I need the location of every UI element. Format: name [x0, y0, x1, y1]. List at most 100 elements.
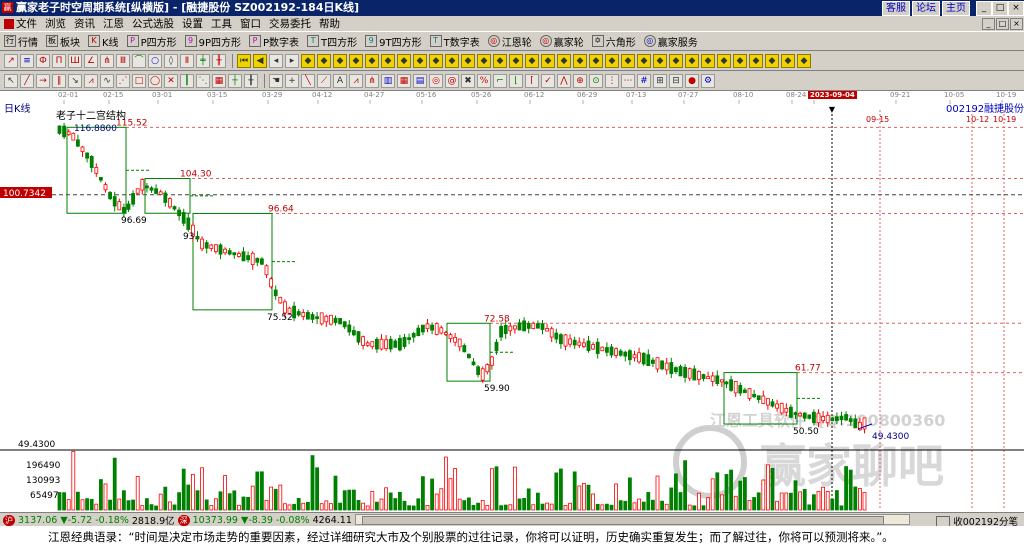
diamond-16-icon[interactable]: ◆ [541, 53, 555, 68]
arrow-icon[interactable]: ↘ [68, 73, 82, 88]
diamond-6-icon[interactable]: ◆ [381, 53, 395, 68]
9p-square-button[interactable]: 9 9P四方形 [184, 34, 241, 49]
diamond-18-icon[interactable]: ◆ [573, 53, 587, 68]
child-minimize-button[interactable]: _ [982, 18, 995, 30]
menu-window[interactable]: 窗口 [236, 16, 265, 31]
sector-button[interactable]: 板板块 [46, 34, 80, 49]
minimize-button[interactable]: _ [976, 1, 992, 16]
child-restore-button[interactable]: □ [996, 18, 1009, 30]
gann-wheel-button[interactable]: ◎ 江恩轮 [487, 34, 532, 49]
stairs-icon[interactable]: ⌊ [509, 73, 523, 88]
fib-fan-icon[interactable]: ⋯ [621, 73, 635, 88]
polyline-icon[interactable]: ⟋ [317, 73, 331, 88]
kline-button[interactable]: K K线 [88, 34, 119, 49]
p-number-table-button[interactable]: P P数字表 [249, 34, 299, 49]
diamond-11-icon[interactable]: ◆ [461, 53, 475, 68]
zigzag-icon[interactable]: ⩘ [349, 73, 363, 88]
diamond-25-icon[interactable]: ◆ [685, 53, 699, 68]
diamond-7-icon[interactable]: ◆ [397, 53, 411, 68]
diamond-9-icon[interactable]: ◆ [429, 53, 443, 68]
diamond-24-icon[interactable]: ◆ [669, 53, 683, 68]
horizontal-scrollbar[interactable] [355, 514, 910, 525]
child-close-button[interactable]: × [1010, 18, 1023, 30]
shanghai-index-icon[interactable]: 沪 [3, 514, 15, 526]
menu-file[interactable]: 文件 [0, 16, 41, 31]
diamond-10-icon[interactable]: ◆ [445, 53, 459, 68]
check-mark-icon[interactable]: ✓ [541, 73, 555, 88]
diamond-22-icon[interactable]: ◆ [637, 53, 651, 68]
diamond-31-icon[interactable]: ◆ [781, 53, 795, 68]
crosshair-icon[interactable]: + [285, 73, 299, 88]
diamond-14-icon[interactable]: ◆ [509, 53, 523, 68]
winner-service-button[interactable]: ◎ 赢家服务 [643, 34, 698, 49]
line-draw-icon[interactable]: ╲ [301, 73, 315, 88]
steps-icon[interactable]: ⌈ [525, 73, 539, 88]
trend-line-icon[interactable]: ╱ [20, 73, 34, 88]
diamond-17-icon[interactable]: ◆ [557, 53, 571, 68]
tick-detail-icon[interactable] [936, 515, 951, 527]
diamond-5-icon[interactable]: ◆ [365, 53, 379, 68]
color-wheel-icon[interactable]: ● [685, 73, 699, 88]
quotes-button[interactable]: 行行情 [4, 34, 38, 49]
parallel-icon[interactable]: ∥ [52, 73, 66, 88]
diamond-4-icon[interactable]: ◆ [349, 53, 363, 68]
spiral-icon[interactable]: @ [445, 73, 459, 88]
period-lines-icon[interactable]: ┃ [180, 73, 194, 88]
diamond-1-icon[interactable]: ◆ [301, 53, 315, 68]
fib-time-icon[interactable]: ⋮ [605, 73, 619, 88]
delete-icon[interactable]: ✖ [461, 73, 475, 88]
menu-trading[interactable]: 交易委托 [265, 16, 315, 31]
diamond-21-icon[interactable]: ◆ [621, 53, 635, 68]
prev-page-icon[interactable]: ◀ [253, 53, 267, 68]
play-icon[interactable]: ▸ [285, 53, 299, 68]
diamond-15-icon[interactable]: ◆ [525, 53, 539, 68]
circle-tool-icon[interactable]: ○ [148, 53, 162, 68]
menu-settings[interactable]: 设置 [178, 16, 207, 31]
ray-icon[interactable]: → [36, 73, 50, 88]
diamond-8-icon[interactable]: ◆ [413, 53, 427, 68]
homepage-link[interactable]: 主页 [942, 1, 970, 16]
diamond-23-icon[interactable]: ◆ [653, 53, 667, 68]
price-chart[interactable]: 江恩工具软件 QQ:100800360 赢家聊吧 ▼ 09-15 10-12 10-… [0, 100, 1024, 512]
square-tool-icon[interactable]: Ⅱ [180, 53, 194, 68]
fib-tool-icon[interactable]: Ф [36, 53, 50, 68]
diamond-3-icon[interactable]: ◆ [333, 53, 347, 68]
price-ruler-icon[interactable]: ╂ [244, 73, 258, 88]
close-button[interactable]: × [1008, 1, 1024, 16]
circle-grid-icon[interactable]: ◎ [429, 73, 443, 88]
gann-fan-icon[interactable]: ⋱ [196, 73, 210, 88]
cycle-icon[interactable]: ⊙ [589, 73, 603, 88]
winner-wheel-button[interactable]: ◎ 赢家轮 [539, 34, 584, 49]
diamond-20-icon[interactable]: ◆ [605, 53, 619, 68]
zoom-out-icon[interactable]: ⊟ [669, 73, 683, 88]
restore-button[interactable]: □ [992, 1, 1008, 16]
diamond-13-icon[interactable]: ◆ [493, 53, 507, 68]
p-square-button[interactable]: P P四方形 [126, 34, 177, 49]
menu-tools[interactable]: 工具 [207, 16, 236, 31]
gann-grid-icon[interactable]: Ⅲ [116, 53, 130, 68]
menu-browse[interactable]: 浏览 [41, 16, 70, 31]
menu-gann[interactable]: 江恩 [99, 16, 128, 31]
t-number-table-button[interactable]: T T数字表 [429, 34, 480, 49]
hand-tool-icon[interactable]: ☚ [269, 73, 283, 88]
channel-tool-icon[interactable]: ≡ [20, 53, 34, 68]
angle-tool-icon[interactable]: ∠ [84, 53, 98, 68]
bulb-tool-icon[interactable]: ◊ [164, 53, 178, 68]
gann-box-icon[interactable]: ▦ [212, 73, 226, 88]
t-square-button[interactable]: T T四方形 [307, 34, 357, 49]
box-icon[interactable]: □ [132, 73, 146, 88]
percent-tool-icon[interactable]: % [477, 73, 491, 88]
diamond-26-icon[interactable]: ◆ [701, 53, 715, 68]
diamond-12-icon[interactable]: ◆ [477, 53, 491, 68]
forum-link[interactable]: 论坛 [912, 1, 940, 16]
pitchfork-icon[interactable]: ⋔ [365, 73, 379, 88]
scroll-thumb[interactable] [362, 516, 884, 525]
back-icon[interactable]: ◂ [269, 53, 283, 68]
wave-icon[interactable]: ∿ [100, 73, 114, 88]
shenzhen-index-icon[interactable]: 深 [177, 514, 190, 526]
speed-lines-icon[interactable]: ⋰ [116, 73, 130, 88]
fan-tool-icon[interactable]: ⋔ [100, 53, 114, 68]
cross-icon[interactable]: ✕ [164, 73, 178, 88]
square-grid-icon[interactable]: ▥ [381, 73, 395, 88]
diamond-32-icon[interactable]: ◆ [797, 53, 811, 68]
